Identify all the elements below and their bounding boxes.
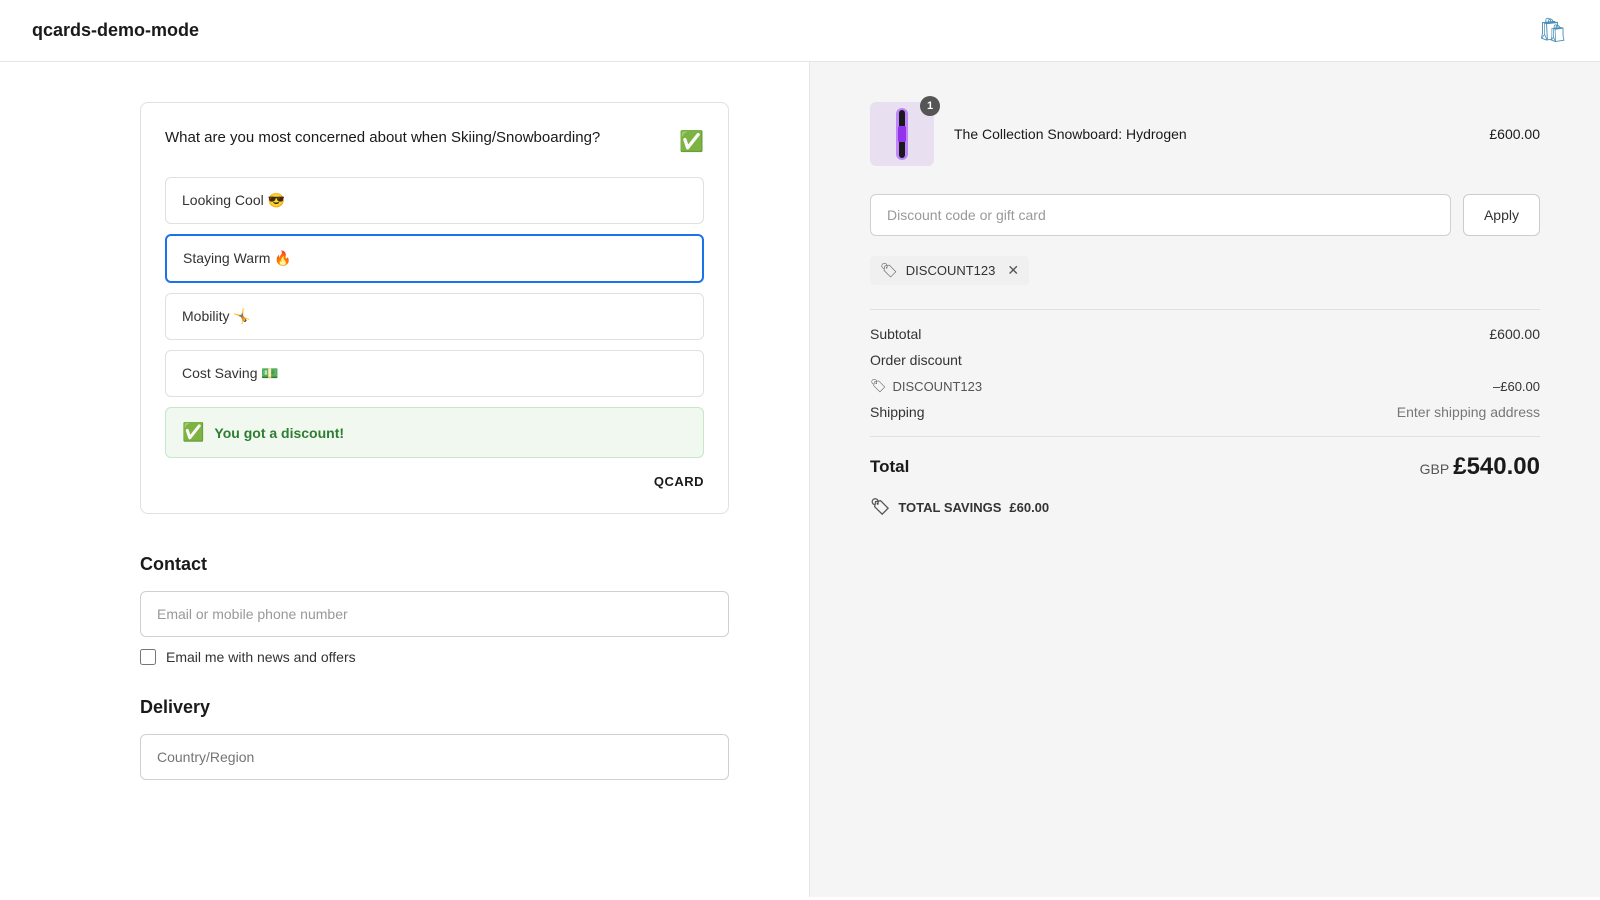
savings-icon: 🏷 — [870, 497, 890, 517]
product-item: 1 The Collection Snowboard: Hydrogen £60… — [870, 102, 1540, 166]
site-title: qcards-demo-mode — [32, 20, 199, 41]
discount-code-text: DISCOUNT123 — [893, 379, 983, 394]
savings-label: TOTAL SAVINGS — [898, 500, 1001, 515]
header: qcards-demo-mode 🛍 — [0, 0, 1600, 62]
option-mobility[interactable]: Mobility 🤸 — [165, 293, 704, 340]
applied-discount-tag: 🏷 DISCOUNT123 ✕ — [870, 256, 1029, 285]
left-panel: What are you most concerned about when S… — [0, 62, 810, 897]
discount-tag-icon-small: 🏷 — [870, 378, 887, 394]
discount-code-label: 🏷 DISCOUNT123 — [870, 378, 982, 394]
qcard-question-text: What are you most concerned about when S… — [165, 127, 600, 150]
option-staying-warm[interactable]: Staying Warm 🔥 — [165, 234, 704, 283]
savings-value: £60.00 — [1009, 500, 1049, 515]
order-discount-row: Order discount — [870, 352, 1540, 368]
apply-button[interactable]: Apply — [1463, 194, 1540, 236]
right-panel: 1 The Collection Snowboard: Hydrogen £60… — [810, 62, 1600, 897]
subtotal-value: £600.00 — [1489, 326, 1540, 342]
applied-code-text: DISCOUNT123 — [906, 263, 996, 278]
qcard-question-header: What are you most concerned about when S… — [165, 127, 704, 157]
qcard-widget: What are you most concerned about when S… — [140, 102, 729, 514]
contact-title: Contact — [140, 554, 729, 575]
email-input[interactable] — [140, 591, 729, 637]
delivery-section: Delivery — [140, 697, 729, 780]
country-input[interactable] — [140, 734, 729, 780]
shipping-row: Shipping Enter shipping address — [870, 404, 1540, 420]
total-label: Total — [870, 457, 909, 477]
order-discount-label: Order discount — [870, 352, 962, 368]
product-name: The Collection Snowboard: Hydrogen — [954, 126, 1489, 142]
email-checkbox[interactable] — [140, 649, 156, 665]
remove-discount-button[interactable]: ✕ — [1007, 262, 1019, 279]
discount-code-row: 🏷 DISCOUNT123 –£60.00 — [870, 378, 1540, 394]
qcard-check-icon: ✅ — [679, 127, 704, 157]
product-badge: 1 — [920, 96, 940, 116]
summary-divider-2 — [870, 436, 1540, 437]
shipping-label: Shipping — [870, 404, 925, 420]
email-checkbox-label: Email me with news and offers — [166, 649, 356, 665]
option-looking-cool[interactable]: Looking Cool 😎 — [165, 177, 704, 224]
email-checkbox-row: Email me with news and offers — [140, 649, 729, 665]
summary-divider-1 — [870, 309, 1540, 310]
total-currency: GBP — [1420, 461, 1450, 477]
discount-banner-text: You got a discount! — [214, 425, 344, 441]
subtotal-label: Subtotal — [870, 326, 921, 342]
discount-check-icon: ✅ — [182, 422, 204, 443]
qcard-branding: QCARD — [165, 474, 704, 489]
delivery-title: Delivery — [140, 697, 729, 718]
discount-banner: ✅ You got a discount! — [165, 407, 704, 458]
product-price: £600.00 — [1489, 126, 1540, 142]
tag-icon: 🏷 — [880, 262, 898, 279]
main-layout: What are you most concerned about when S… — [0, 62, 1600, 897]
discount-amount: –£60.00 — [1493, 379, 1540, 394]
cart-icon[interactable]: 🛍 — [1538, 16, 1568, 45]
total-price: GBP£540.00 — [1420, 453, 1540, 481]
discount-input-row: Apply — [870, 194, 1540, 236]
discount-code-input[interactable] — [870, 194, 1451, 236]
total-value: £540.00 — [1453, 453, 1540, 480]
option-cost-saving[interactable]: Cost Saving 💵 — [165, 350, 704, 397]
total-row: Total GBP£540.00 — [870, 453, 1540, 481]
product-image-wrapper: 1 — [870, 102, 934, 166]
savings-banner: 🏷 TOTAL SAVINGS £60.00 — [870, 497, 1540, 517]
shipping-value: Enter shipping address — [1397, 404, 1540, 420]
contact-section: Contact Email me with news and offers — [140, 554, 729, 665]
subtotal-row: Subtotal £600.00 — [870, 326, 1540, 342]
